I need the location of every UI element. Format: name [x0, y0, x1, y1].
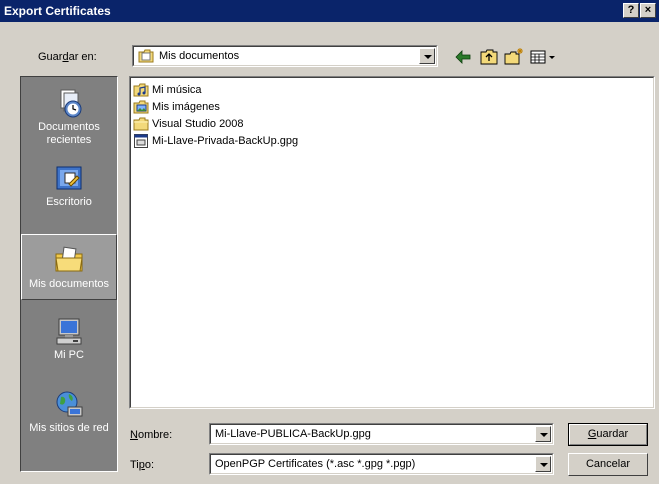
pictures-folder-icon — [133, 100, 149, 114]
music-folder-icon — [133, 83, 149, 97]
file-name: Mi-Llave-Privada-BackUp.gpg — [152, 135, 299, 147]
place-label: Documentos recientes — [38, 121, 100, 146]
filename-field[interactable]: Mi-Llave-PUBLICA-BackUp.gpg — [209, 423, 554, 445]
back-arrow-icon — [455, 50, 471, 64]
folder-icon — [133, 117, 149, 131]
place-label: Mis documentos — [28, 278, 110, 290]
places-bar: Documentos recientes Escritorio Mis docu… — [20, 76, 118, 472]
up-folder-button[interactable] — [478, 47, 500, 67]
filename-value: Mi-Llave-PUBLICA-BackUp.gpg — [215, 428, 371, 440]
file-name: Mi música — [152, 84, 202, 96]
export-certificates-dialog: Export Certificates ? × Guardar en: Mis … — [0, 0, 659, 484]
filetype-dropdown-button[interactable] — [535, 456, 551, 472]
save-button[interactable]: Guardar — [568, 423, 648, 446]
place-label: Escritorio — [46, 196, 92, 208]
back-button[interactable] — [452, 47, 474, 67]
recent-documents-icon — [60, 89, 82, 118]
location-value: Mis documentos — [159, 50, 240, 62]
my-computer-icon — [56, 318, 82, 345]
new-folder-button[interactable] — [503, 47, 525, 67]
location-dropdown[interactable]: Mis documentos — [132, 45, 438, 67]
my-documents-icon — [138, 49, 154, 63]
place-recent-documents[interactable]: Documentos recientes — [21, 87, 117, 147]
file-list[interactable]: Mi música Mis imágenes Visual Studio 200… — [129, 76, 655, 409]
file-name: Mis imágenes — [152, 101, 220, 113]
network-places-icon — [56, 391, 83, 417]
close-button[interactable]: × — [640, 3, 656, 18]
desktop-icon — [56, 166, 82, 190]
location-label: Guardar en: — [38, 51, 97, 63]
window-title: Export Certificates — [4, 4, 111, 18]
gpg-file-icon — [134, 134, 148, 148]
views-menu-button[interactable] — [528, 47, 560, 67]
filetype-label: Tipo: — [130, 459, 155, 471]
filename-dropdown-button[interactable] — [535, 426, 551, 442]
place-label: Mi PC — [54, 349, 84, 361]
up-folder-icon — [480, 49, 498, 65]
location-dropdown-button[interactable] — [419, 48, 435, 64]
place-my-computer[interactable]: Mi PC — [21, 315, 117, 362]
filetype-value: OpenPGP Certificates (*.asc *.gpg *.pgp) — [215, 458, 416, 470]
place-label: Mis sitios de red — [29, 422, 109, 434]
filetype-dropdown[interactable]: OpenPGP Certificates (*.asc *.gpg *.pgp) — [209, 453, 554, 475]
help-button[interactable]: ? — [623, 3, 639, 18]
view-menu-icon — [530, 50, 555, 64]
place-desktop[interactable]: Escritorio — [21, 162, 117, 209]
file-name: Visual Studio 2008 — [152, 118, 244, 130]
new-folder-icon — [504, 48, 523, 65]
place-network-places[interactable]: Mis sitios de red — [21, 388, 117, 435]
my-documents-icon — [55, 246, 83, 272]
filename-label: Nombre: — [130, 429, 173, 441]
title-bar: Export Certificates ? × — [0, 0, 659, 22]
cancel-button[interactable]: Cancelar — [568, 453, 648, 476]
place-my-documents[interactable]: Mis documentos — [21, 234, 117, 300]
